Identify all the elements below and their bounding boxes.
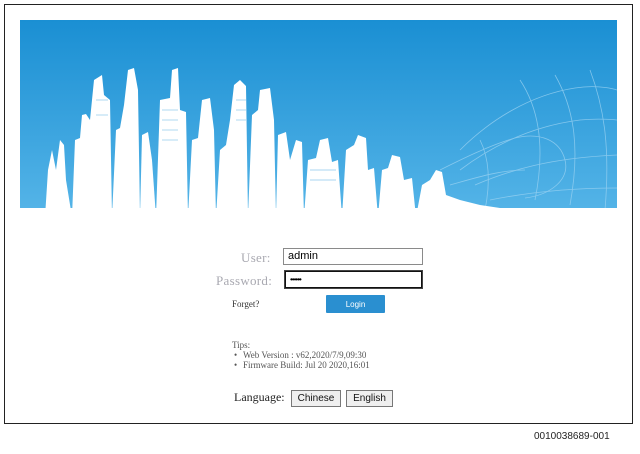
- bullet-icon: •: [234, 350, 238, 360]
- list-item: • Web Version : v62,2020/7/9,09:30: [232, 350, 370, 360]
- tips-list: • Web Version : v62,2020/7/9,09:30 • Fir…: [232, 350, 370, 370]
- password-input[interactable]: ••••••: [284, 270, 423, 289]
- language-label: Language:: [234, 390, 285, 404]
- login-button[interactable]: Login: [326, 295, 385, 313]
- bullet-icon: •: [234, 360, 238, 370]
- user-label: User:: [241, 250, 271, 265]
- user-input[interactable]: admin: [283, 248, 423, 265]
- password-label: Password:: [216, 273, 273, 288]
- firmware-build-text: Firmware Build: Jul 20 2020,16:01: [243, 360, 370, 370]
- list-item: • Firmware Build: Jul 20 2020,16:01: [232, 360, 370, 370]
- web-version-text: Web Version : v62,2020/7/9,09:30: [243, 350, 367, 360]
- forget-password-link[interactable]: Forget?: [232, 299, 259, 309]
- city-skyline-banner: [20, 20, 617, 217]
- figure-id: 0010038689-001: [534, 431, 610, 442]
- tips-section: Tips: • Web Version : v62,2020/7/9,09:30…: [232, 340, 370, 370]
- language-english-button[interactable]: English: [346, 390, 393, 407]
- tips-title: Tips:: [232, 340, 251, 350]
- language-chinese-button[interactable]: Chinese: [291, 390, 341, 407]
